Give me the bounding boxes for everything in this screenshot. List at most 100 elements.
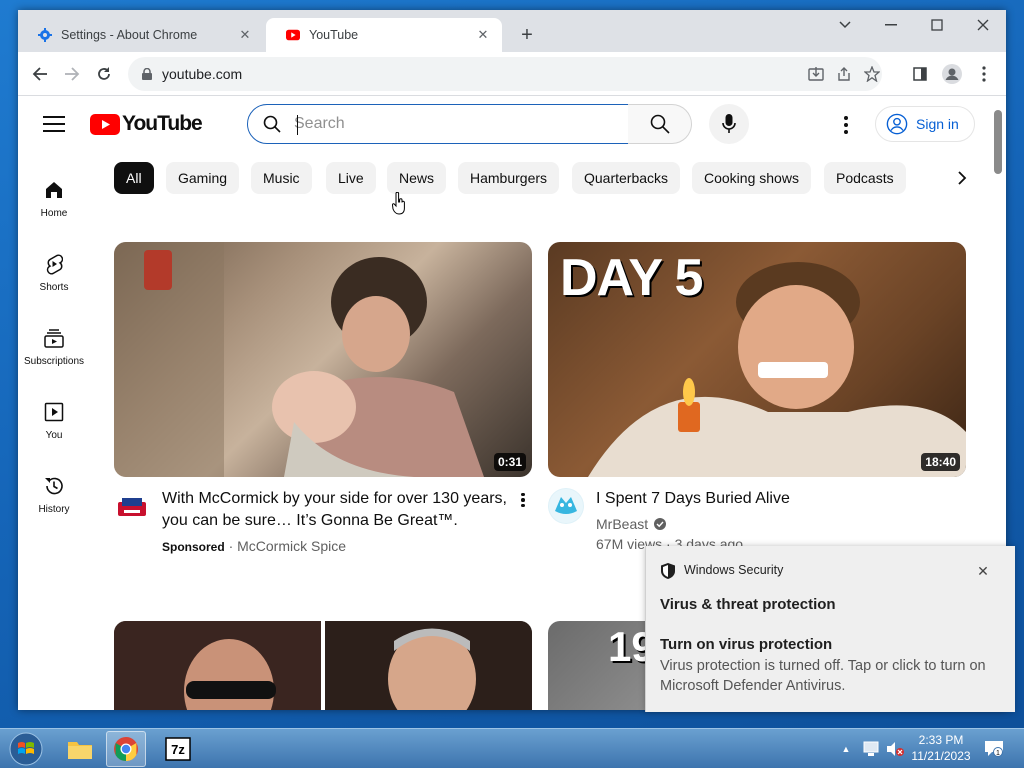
channel-avatar-mrbeast[interactable] [548, 488, 584, 524]
search-box[interactable] [247, 104, 629, 144]
video-thumbnail-buried-alive[interactable]: DAY 5 18:40 [548, 242, 966, 477]
tab-settings[interactable]: Settings - About Chrome ✕ [18, 18, 264, 52]
close-notification-icon[interactable]: ✕ [973, 561, 993, 581]
show-hidden-icons-icon[interactable]: ▲ [838, 729, 854, 768]
sidebar-item-label: History [38, 504, 70, 515]
chip-all[interactable]: All [114, 162, 154, 194]
minimize-button[interactable] [868, 10, 914, 40]
meta-separator: · [228, 538, 234, 554]
sidebar-item-label: Home [40, 208, 68, 219]
tab-search-chevron-icon[interactable] [822, 10, 868, 40]
volume-muted-icon[interactable] [884, 729, 906, 768]
sidebar-item-history[interactable]: History [18, 464, 90, 528]
shorts-icon [42, 252, 66, 276]
settings-menu-icon[interactable] [831, 110, 861, 140]
browser-toolbar: youtube.com [18, 52, 1006, 96]
share-icon[interactable] [832, 62, 856, 86]
chip-gaming[interactable]: Gaming [166, 162, 240, 194]
sidebar-item-subscriptions[interactable]: Subscriptions [18, 316, 90, 380]
video-duration: 18:40 [921, 453, 960, 471]
close-tab-icon[interactable]: ✕ [474, 26, 492, 44]
chip-cooking-shows[interactable]: Cooking shows [692, 162, 811, 194]
system-clock[interactable]: 2:33 PM 11/21/2023 [904, 732, 978, 764]
chip-live[interactable]: Live [326, 162, 376, 194]
profile-avatar-icon[interactable] [938, 60, 966, 88]
chip-podcasts[interactable]: Podcasts [824, 162, 906, 194]
lock-icon[interactable] [140, 67, 154, 81]
video-menu-icon[interactable] [511, 488, 535, 512]
chip-hamburgers[interactable]: Hamburgers [458, 162, 560, 194]
chrome-taskbar-button[interactable] [106, 731, 146, 767]
voice-search-button[interactable] [709, 104, 749, 144]
search-input[interactable] [294, 115, 594, 133]
video-duration: 0:31 [493, 453, 526, 471]
channel-name[interactable]: McCormick Spice [237, 538, 346, 554]
clock-date: 11/21/2023 [911, 749, 971, 763]
close-window-button[interactable] [960, 10, 1006, 40]
chip-music[interactable]: Music [251, 162, 312, 194]
chevron-right-icon[interactable] [948, 164, 976, 192]
sidebar-item-label: Shorts [39, 282, 69, 293]
windows-security-notification[interactable]: Windows Security ✕ Virus & threat protec… [645, 546, 1015, 712]
chrome-icon [114, 737, 138, 761]
mrbeast-logo-icon [549, 489, 583, 523]
back-button[interactable] [26, 60, 54, 88]
home-icon [42, 178, 66, 202]
guide-menu-icon[interactable] [40, 112, 68, 136]
action-center-icon[interactable]: 1 [982, 729, 1006, 768]
sidebar-item-shorts[interactable]: Shorts [18, 242, 90, 306]
youtube-logo[interactable]: YouTube [90, 112, 203, 136]
youtube-play-logo-icon [90, 113, 120, 135]
7zip-icon: 7z [165, 737, 191, 761]
verified-check-icon [654, 518, 667, 530]
subscriptions-icon [42, 326, 66, 350]
chip-news[interactable]: News [387, 162, 447, 194]
url-text[interactable]: youtube.com [162, 66, 242, 82]
video-thumbnail-mccormick[interactable]: 0:31 [114, 242, 532, 477]
page-scrollbar[interactable] [994, 110, 1002, 174]
sign-in-button[interactable]: Sign in [875, 106, 975, 142]
notification-heading: Virus & threat protection [660, 596, 836, 613]
close-tab-icon[interactable]: ✕ [236, 26, 254, 44]
chip-quarterbacks[interactable]: Quarterbacks [572, 162, 681, 194]
bookmark-star-icon[interactable] [860, 62, 884, 86]
sidebar-item-label: Subscriptions [23, 356, 85, 367]
notification-app-name: Windows Security [684, 563, 784, 577]
search-icon [650, 114, 670, 134]
address-bar[interactable]: youtube.com [128, 57, 882, 91]
network-icon[interactable] [860, 729, 882, 768]
title-line: you can be sure… It’s Gonna Be Great™. [162, 512, 458, 529]
svg-text:7z: 7z [171, 742, 185, 757]
hand-cursor-icon [392, 192, 405, 215]
sidebar-item-home[interactable]: Home [18, 168, 90, 232]
tab-label: Settings - About Chrome [61, 28, 198, 42]
channel-row: MrBeast [596, 514, 667, 534]
you-icon [42, 400, 66, 424]
text-caret [297, 115, 298, 135]
install-icon[interactable] [804, 62, 828, 86]
side-panel-icon[interactable] [906, 60, 934, 88]
channel-name[interactable]: MrBeast [596, 514, 648, 534]
youtube-favicon-icon [286, 28, 300, 42]
new-tab-button[interactable]: + [516, 24, 538, 46]
sidebar-item-you[interactable]: You [18, 390, 90, 454]
maximize-button[interactable] [914, 10, 960, 40]
account-icon [886, 113, 908, 135]
video-title-buried-alive[interactable]: I Spent 7 Days Buried Alive [596, 488, 936, 510]
sidebar-item-label: You [45, 430, 63, 441]
file-explorer-button[interactable] [60, 731, 100, 767]
7zip-taskbar-button[interactable]: 7z [158, 731, 198, 767]
channel-avatar-mccormick[interactable] [114, 492, 150, 528]
windows-start-orb-icon [9, 732, 43, 766]
search-icon [262, 114, 282, 134]
tab-youtube[interactable]: YouTube ✕ [266, 18, 502, 52]
chrome-menu-icon[interactable] [970, 60, 998, 88]
folder-icon [68, 742, 92, 759]
search-button[interactable] [628, 104, 692, 144]
video-title-mccormick[interactable]: With McCormick by your side for over 130… [162, 488, 522, 532]
forward-button[interactable] [58, 60, 86, 88]
start-button[interactable] [6, 730, 46, 768]
video-thumbnail-row2-left[interactable] [114, 621, 532, 710]
reload-button[interactable] [90, 60, 118, 88]
notification-body: Virus protection is turned off. Tap or c… [660, 658, 986, 694]
